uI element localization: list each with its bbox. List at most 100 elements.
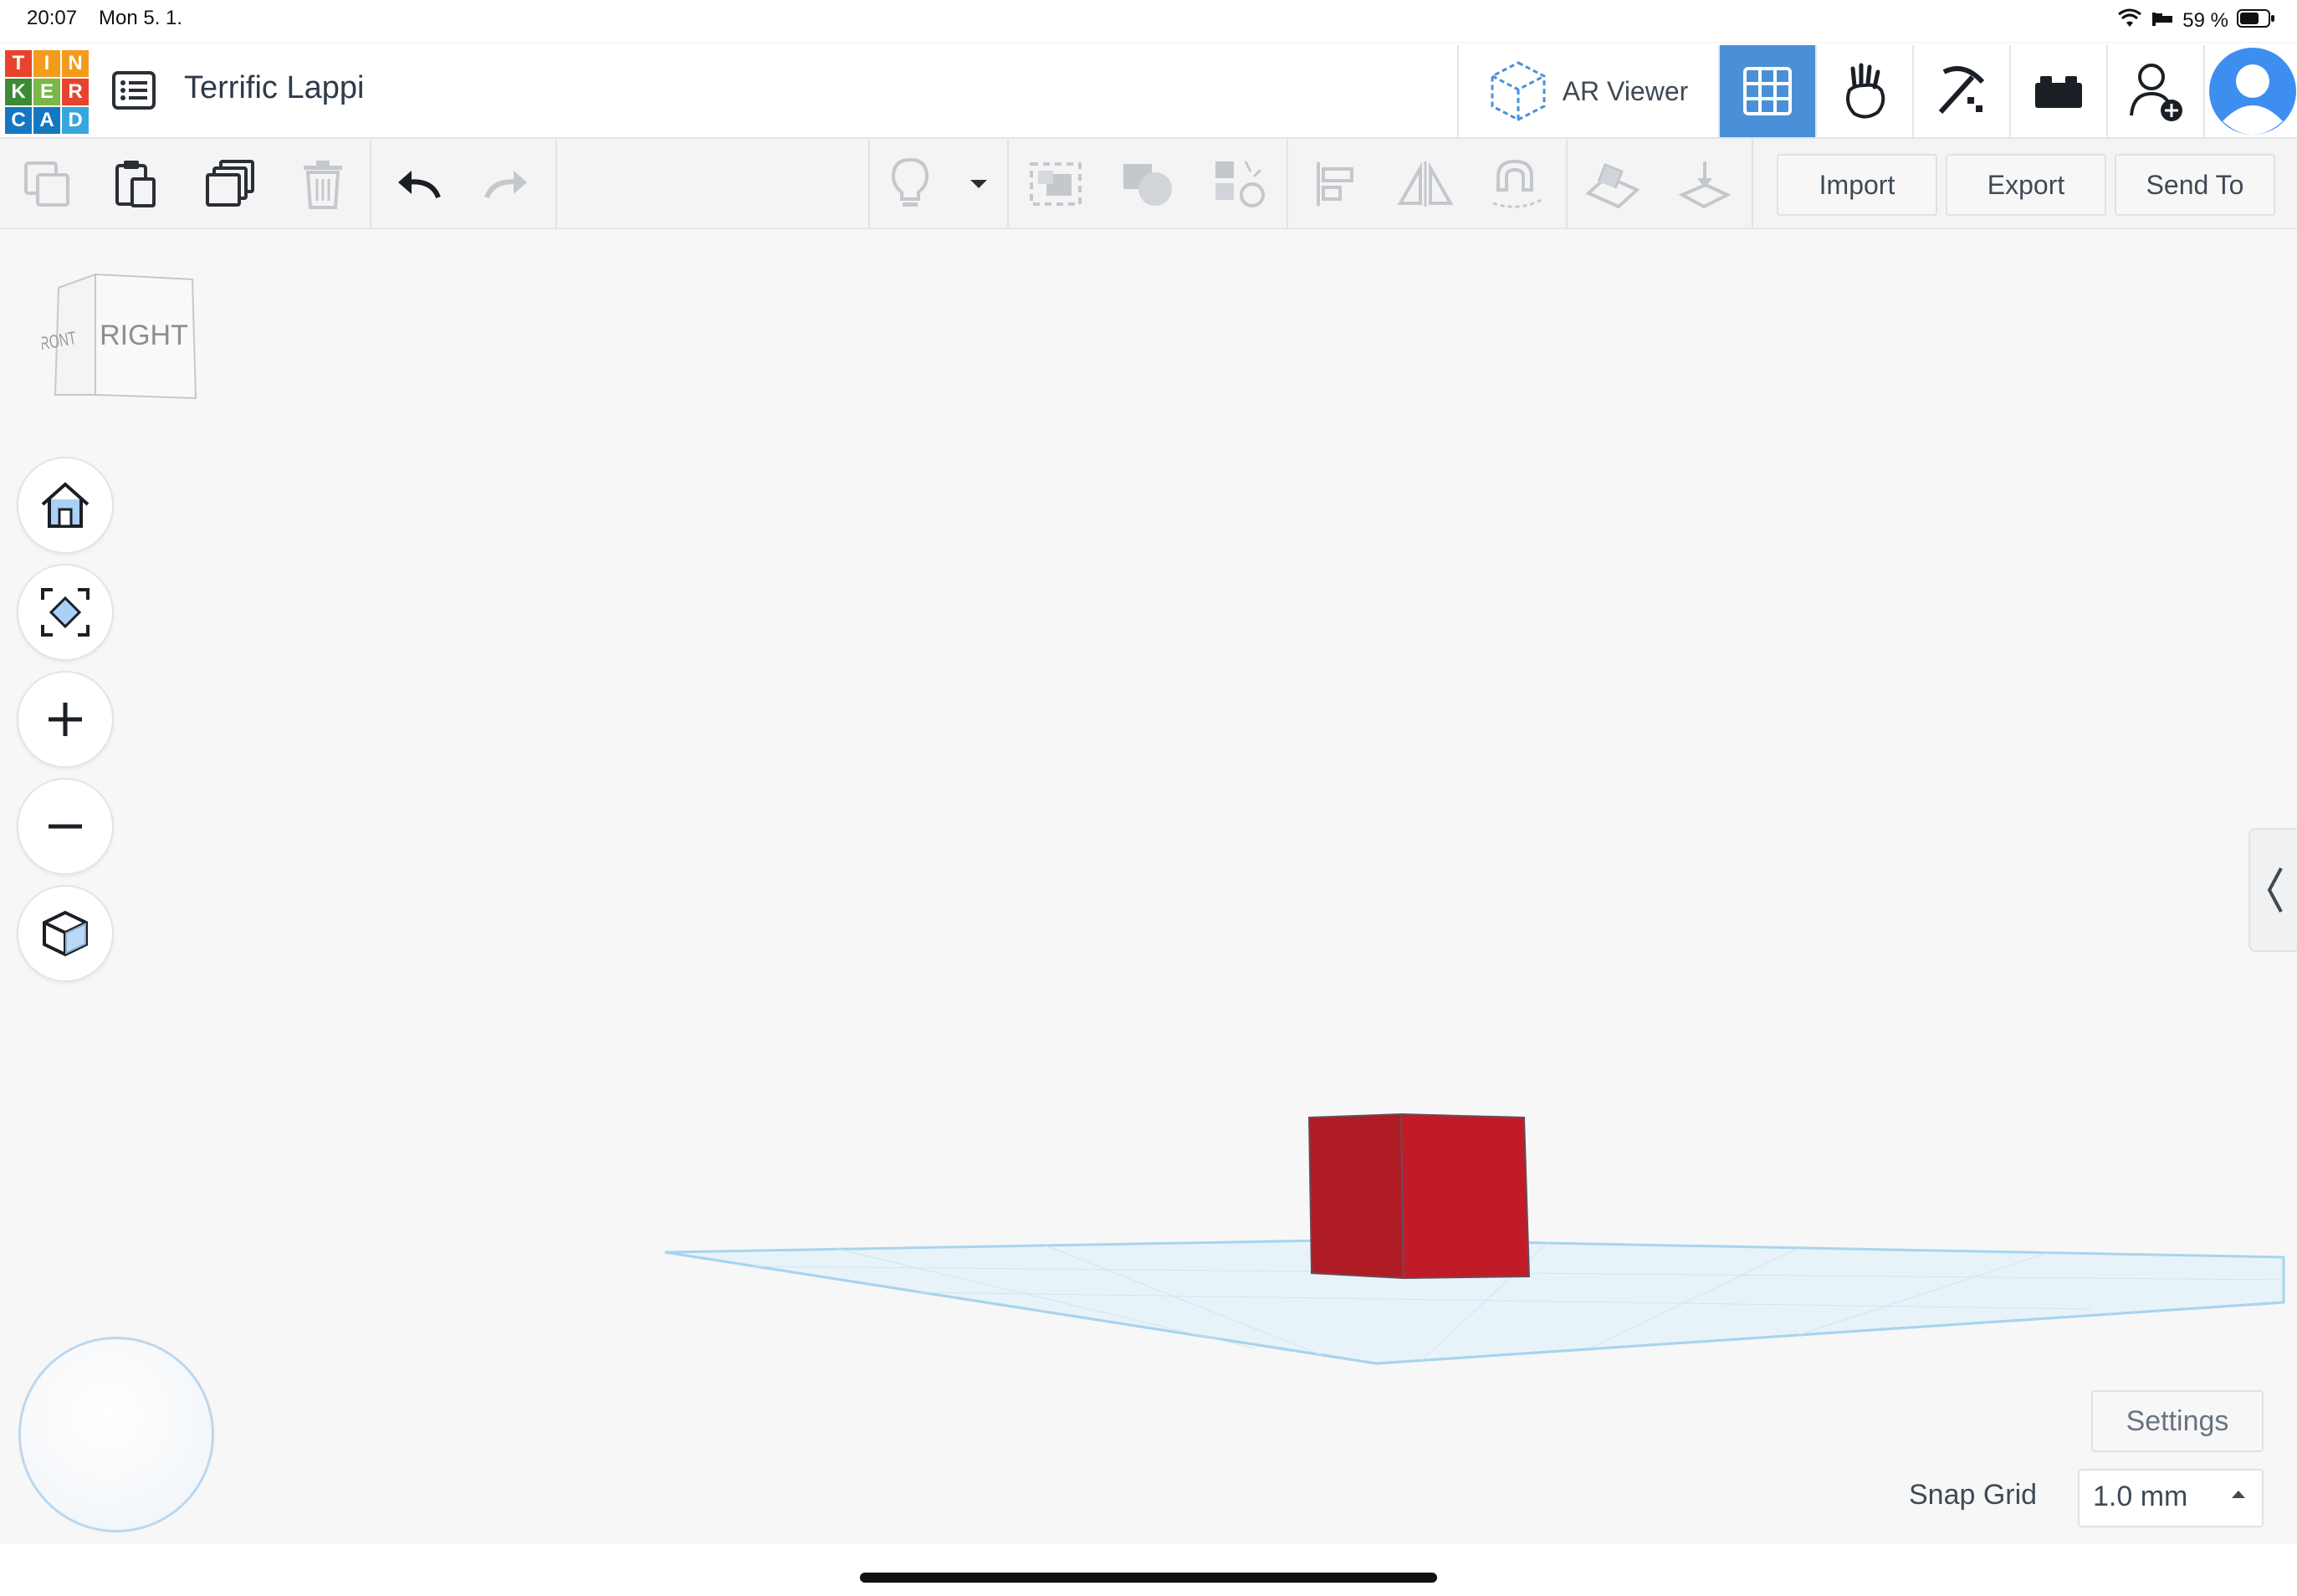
undo-icon [398, 171, 441, 199]
drop-to-plane-icon [1679, 161, 1731, 209]
tinkercad-logo[interactable]: T I N K E R C A D [5, 50, 89, 134]
logo-letter: N [62, 50, 89, 77]
toolbar-divider [555, 139, 557, 228]
logo-letter: D [62, 107, 89, 134]
invite-user-button[interactable] [2106, 45, 2203, 137]
home-view-button[interactable] [17, 457, 114, 554]
zoom-in-button[interactable] [17, 671, 114, 768]
bottom-strip [0, 1544, 2297, 1596]
toolbar-divider [1007, 139, 1009, 228]
ungroup-button[interactable] [1114, 144, 1181, 224]
paste-button[interactable] [102, 144, 169, 224]
ungroup-icon [1123, 164, 1172, 206]
redo-button[interactable] [473, 144, 540, 224]
design-list-button[interactable] [109, 67, 159, 114]
workplane-button[interactable] [1579, 144, 1646, 224]
notes-button[interactable] [877, 144, 944, 224]
3d-design-view-button[interactable] [1718, 45, 1815, 137]
status-date: Mon 5. 1. [99, 7, 183, 29]
user-avatar-button[interactable] [2203, 45, 2297, 137]
copy-icon [24, 161, 69, 207]
perspective-cube-icon [43, 910, 88, 957]
drop-button[interactable] [1671, 144, 1738, 224]
logo-letter: I [33, 50, 60, 77]
home-icon [41, 482, 90, 528]
blocks-view-button[interactable] [1815, 45, 1912, 137]
status-bar [0, 0, 2297, 42]
mirror-icon [1397, 161, 1454, 207]
grid-icon [1743, 67, 1792, 115]
shapes-panel-toggle[interactable] [2248, 828, 2297, 952]
toolbar-divider [1287, 139, 1288, 228]
minus-icon [49, 824, 82, 829]
projection-toggle-button[interactable] [17, 885, 114, 982]
orbit-joystick[interactable] [18, 1337, 214, 1532]
list-icon [112, 71, 156, 110]
logo-letter: T [5, 50, 32, 77]
home-indicator[interactable] [860, 1573, 1437, 1583]
clipboard-icon [115, 161, 156, 207]
import-button[interactable]: Import [1777, 154, 1937, 216]
zoom-out-button[interactable] [17, 778, 114, 875]
group-icon [1030, 162, 1082, 206]
copy-button[interactable] [13, 144, 80, 224]
red-box-shape[interactable] [1307, 1113, 1531, 1280]
toolbar-divider [1752, 139, 1753, 228]
logo-letter: E [33, 79, 60, 105]
workplane-icon [1585, 163, 1640, 208]
caret-down-icon [970, 180, 987, 188]
status-indicators: 59 % [2117, 5, 2275, 37]
scatter-icon [1215, 161, 1265, 207]
align-icon [1317, 162, 1353, 206]
wifi-icon [2117, 8, 2142, 34]
settings-button[interactable]: Settings [2091, 1390, 2264, 1452]
undo-button[interactable] [385, 144, 452, 224]
status-time: 20:07 [27, 7, 78, 29]
lego-brick-icon [2035, 76, 2082, 108]
group-button[interactable] [1022, 144, 1089, 224]
view-cube[interactable]: FRONT RIGHT [42, 268, 201, 410]
sleep-mode-icon [2151, 9, 2174, 33]
battery-percent: 59 % [2182, 9, 2228, 32]
design-title[interactable]: Terrific Lappi [184, 70, 364, 106]
align-button[interactable] [1302, 144, 1368, 224]
snap-grid-value: 1.0 mm [2093, 1481, 2188, 1512]
redo-icon [484, 171, 527, 199]
workplane-scene[interactable] [0, 0, 2297, 1596]
toolbar-divider [868, 139, 870, 228]
send-to-button[interactable]: Send To [2115, 154, 2275, 216]
battery-icon [2237, 8, 2275, 34]
notes-dropdown-button[interactable] [944, 144, 1014, 224]
logo-letter: A [33, 107, 60, 134]
duplicate-button[interactable] [197, 144, 264, 224]
ar-viewer-label: AR Viewer [1562, 75, 1689, 106]
avatar-icon [2209, 48, 2296, 135]
snap-grid-label: Snap Grid [1909, 1479, 2038, 1511]
cruise-button[interactable] [1484, 144, 1551, 224]
pickaxe-icon [1938, 66, 1985, 115]
export-button[interactable]: Export [1946, 154, 2106, 216]
mirror-button[interactable] [1392, 144, 1459, 224]
fit-view-button[interactable] [17, 564, 114, 661]
ar-cube-icon [1491, 61, 1546, 121]
ar-viewer-button[interactable]: AR Viewer [1457, 45, 1718, 137]
minecraft-view-button[interactable] [1912, 45, 2009, 137]
add-user-icon [2130, 64, 2182, 121]
logo-letter: C [5, 107, 32, 134]
scatter-button[interactable] [1206, 144, 1273, 224]
lightbulb-icon [891, 157, 929, 207]
trash-icon [304, 161, 342, 209]
hand-rock-icon [1846, 63, 1885, 119]
chevron-left-icon [2267, 867, 2283, 913]
brick-view-button[interactable] [2009, 45, 2106, 137]
logo-letter: K [5, 79, 32, 105]
delete-button[interactable] [289, 144, 356, 224]
magnet-icon [1492, 159, 1542, 208]
top-right-actions: AR Viewer [1457, 45, 2297, 137]
view-cube-right-label: RIGHT [100, 320, 188, 351]
fit-view-icon [41, 588, 90, 637]
duplicate-icon [206, 160, 254, 207]
caret-up-icon [2232, 1491, 2245, 1498]
logo-letter: R [62, 79, 89, 105]
toolbar-divider [370, 139, 371, 228]
